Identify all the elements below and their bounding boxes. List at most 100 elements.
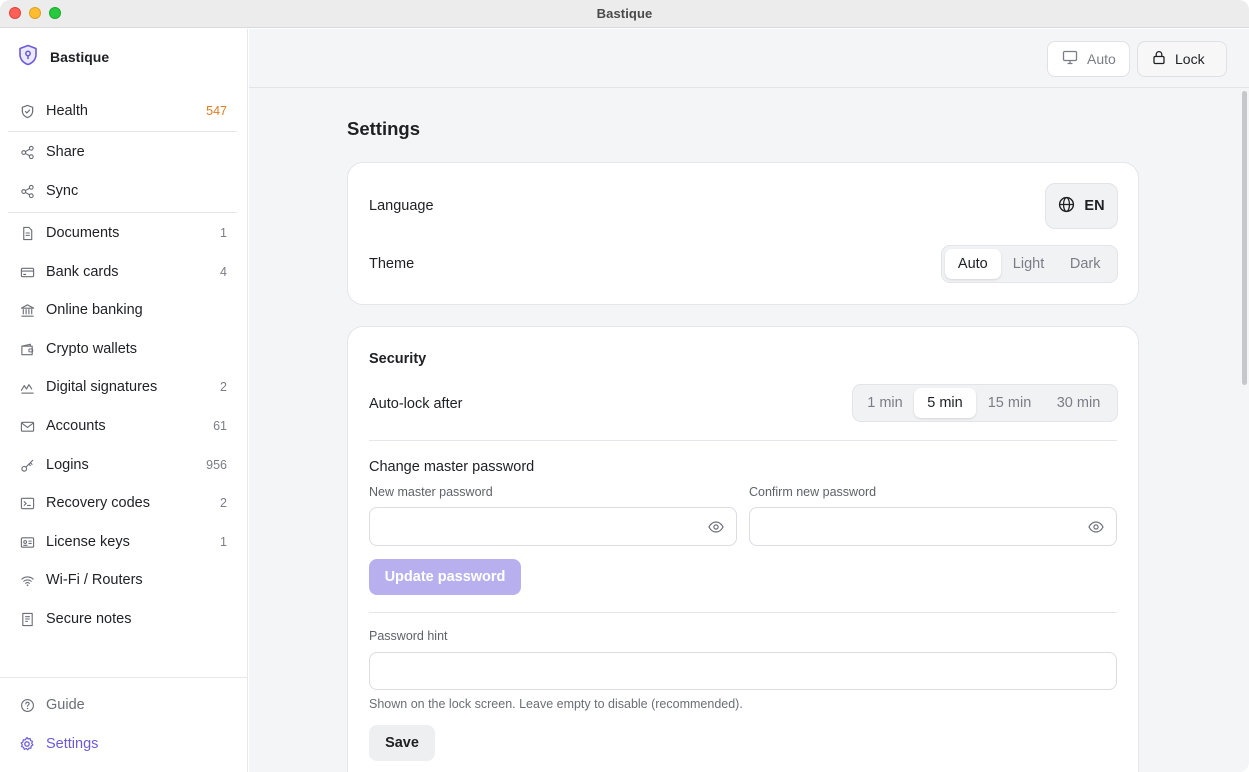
sidebar-item-license-keys[interactable]: License keys 1 bbox=[8, 525, 237, 559]
lock-button[interactable]: Lock bbox=[1137, 41, 1227, 77]
language-selector[interactable]: EN bbox=[1045, 183, 1118, 229]
app-window: Bastique Bastique Health 547 Share Sync … bbox=[0, 0, 1249, 772]
bastique-logo-icon bbox=[18, 44, 38, 71]
sidebar-item-count: 2 bbox=[220, 496, 227, 510]
autolock-option-5-min[interactable]: 5 min bbox=[914, 388, 976, 418]
theme-option-light[interactable]: Light bbox=[1001, 249, 1057, 279]
sidebar-item-label: Documents bbox=[46, 225, 120, 241]
sidebar-item-health[interactable]: Health 547 bbox=[8, 94, 237, 128]
sidebar-item-label: Online banking bbox=[46, 302, 143, 318]
sidebar-item-label: Logins bbox=[46, 457, 89, 473]
sidebar-item-documents[interactable]: Documents 1 bbox=[8, 216, 237, 250]
top-bar: Auto Lock bbox=[249, 29, 1249, 88]
sidebar-item-label: Sync bbox=[46, 183, 79, 199]
scrollbar-thumb[interactable] bbox=[1242, 91, 1247, 385]
sidebar-item-secure-notes[interactable]: Secure notes bbox=[8, 602, 237, 636]
globe-icon bbox=[1058, 196, 1075, 217]
sidebar-item-wifi-routers[interactable]: Wi-Fi / Routers bbox=[8, 563, 237, 597]
share-icon bbox=[19, 144, 35, 160]
password-hint-label: Password hint bbox=[369, 629, 448, 643]
key-icon bbox=[19, 457, 35, 473]
sidebar-item-count: 61 bbox=[213, 419, 227, 433]
security-card: Security Auto-lock after 1 min 5 min 15 … bbox=[347, 326, 1139, 772]
sidebar-item-label: Health bbox=[46, 103, 88, 119]
sidebar-item-guide[interactable]: Guide bbox=[8, 688, 237, 722]
theme-option-dark[interactable]: Dark bbox=[1056, 249, 1114, 279]
confirm-password-field[interactable] bbox=[749, 507, 1117, 546]
confirm-password-label: Confirm new password bbox=[749, 485, 877, 499]
theme-label: Theme bbox=[369, 256, 415, 272]
sidebar-item-accounts[interactable]: Accounts 61 bbox=[8, 409, 237, 443]
password-hint-field[interactable] bbox=[369, 652, 1117, 690]
language-value: EN bbox=[1084, 198, 1105, 214]
autolock-option-30-min[interactable]: 30 min bbox=[1043, 388, 1114, 418]
show-password-icon[interactable] bbox=[708, 520, 724, 534]
new-password-field[interactable] bbox=[369, 507, 737, 546]
monitor-icon bbox=[1062, 50, 1078, 68]
brand[interactable]: Bastique bbox=[18, 44, 110, 71]
sidebar-item-recovery-codes[interactable]: Recovery codes 2 bbox=[8, 486, 237, 520]
theme-auto-button[interactable]: Auto bbox=[1047, 41, 1130, 77]
sidebar-divider bbox=[8, 131, 237, 132]
update-password-button[interactable]: Update password bbox=[369, 559, 521, 595]
sidebar-item-count: 4 bbox=[220, 265, 227, 279]
sidebar-item-label: Bank cards bbox=[46, 264, 119, 280]
autolock-label: Auto-lock after bbox=[369, 396, 463, 412]
sidebar-item-online-banking[interactable]: Online banking bbox=[8, 293, 237, 327]
sidebar-item-label: Accounts bbox=[46, 418, 106, 434]
change-password-title: Change master password bbox=[369, 459, 535, 475]
save-hint-button[interactable]: Save bbox=[369, 725, 435, 761]
mail-icon bbox=[19, 418, 35, 434]
sidebar-footer-divider bbox=[0, 677, 248, 678]
show-password-icon[interactable] bbox=[1088, 520, 1104, 534]
sidebar-item-count: 956 bbox=[206, 458, 227, 472]
autolock-segmented-control: 1 min 5 min 15 min 30 min bbox=[852, 384, 1118, 422]
title-bar: Bastique bbox=[0, 0, 1249, 28]
sidebar-item-share[interactable]: Share bbox=[8, 135, 237, 169]
language-label: Language bbox=[369, 198, 434, 214]
theme-option-auto[interactable]: Auto bbox=[945, 249, 1001, 279]
sidebar-item-crypto-wallets[interactable]: Crypto wallets bbox=[8, 332, 237, 366]
sidebar-item-bank-cards[interactable]: Bank cards 4 bbox=[8, 255, 237, 289]
sidebar-item-sync[interactable]: Sync bbox=[8, 174, 237, 208]
gear-icon bbox=[19, 736, 35, 752]
section-divider bbox=[369, 612, 1117, 613]
page-title: Settings bbox=[347, 118, 420, 139]
close-window-button[interactable] bbox=[9, 7, 21, 19]
sidebar-item-logins[interactable]: Logins 956 bbox=[8, 448, 237, 482]
sidebar-item-label: Digital signatures bbox=[46, 379, 158, 395]
document-icon bbox=[19, 225, 35, 241]
minimize-window-button[interactable] bbox=[29, 7, 41, 19]
sidebar-item-label: Secure notes bbox=[46, 611, 132, 627]
sidebar-item-label: Wi-Fi / Routers bbox=[46, 572, 143, 588]
shield-icon bbox=[19, 103, 35, 119]
terminal-icon bbox=[19, 495, 35, 511]
autolock-option-15-min[interactable]: 15 min bbox=[976, 388, 1043, 418]
main-content: Auto Lock Settings Language EN Theme Aut… bbox=[249, 29, 1249, 772]
sidebar-item-label: Share bbox=[46, 144, 85, 160]
sidebar-item-count: 1 bbox=[220, 535, 227, 549]
sidebar-item-label: Settings bbox=[46, 736, 99, 752]
wallet-icon bbox=[19, 341, 35, 357]
id-card-icon bbox=[19, 534, 35, 550]
brand-name: Bastique bbox=[50, 49, 110, 65]
theme-auto-label: Auto bbox=[1087, 51, 1116, 67]
signature-icon bbox=[19, 379, 35, 395]
sidebar-item-digital-signatures[interactable]: Digital signatures 2 bbox=[8, 370, 237, 404]
autolock-option-1-min[interactable]: 1 min bbox=[856, 388, 914, 418]
zoom-window-button[interactable] bbox=[49, 7, 61, 19]
password-hint-help-text: Shown on the lock screen. Leave empty to… bbox=[369, 697, 743, 711]
note-icon bbox=[19, 611, 35, 627]
sidebar-item-settings[interactable]: Settings bbox=[8, 727, 237, 761]
sidebar-item-label: Guide bbox=[46, 697, 85, 713]
sync-icon bbox=[19, 183, 35, 199]
window-controls bbox=[9, 7, 61, 19]
sidebar-item-label: License keys bbox=[46, 534, 130, 550]
sidebar-item-label: Crypto wallets bbox=[46, 341, 138, 357]
sidebar-item-count: 1 bbox=[220, 226, 227, 240]
sidebar-item-count: 547 bbox=[206, 104, 227, 118]
window-title: Bastique bbox=[596, 6, 653, 21]
section-divider bbox=[369, 440, 1117, 441]
credit-card-icon bbox=[19, 264, 35, 280]
new-password-label: New master password bbox=[369, 485, 493, 499]
